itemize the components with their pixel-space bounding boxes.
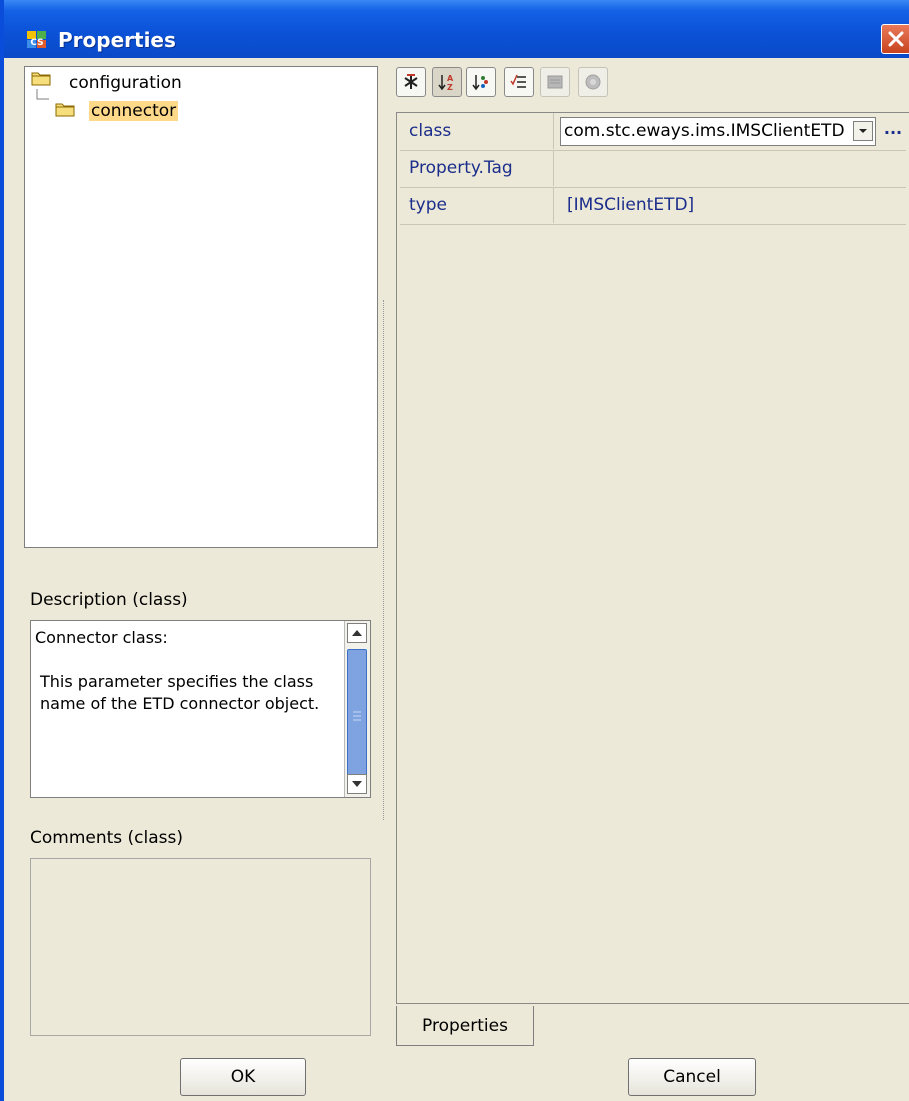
sort-alphabetical-button[interactable]: AZ [432,67,462,97]
help-button[interactable] [578,67,608,97]
comments-label: Comments (class) [30,828,184,848]
app-icon: CS [26,28,48,50]
class-value[interactable]: com.stc.eways.ims.IMSClientETD [564,118,850,145]
close-icon [888,31,904,47]
description-line-2: This parameter specifies the class name … [40,672,320,713]
svg-text:Z: Z [447,83,453,91]
edit-disabled-icon [547,75,563,89]
tree-node-connector[interactable]: connector [89,101,179,121]
chevron-down-icon [859,129,867,133]
class-combobox[interactable]: com.stc.eways.ims.IMSClientETD [560,117,876,146]
property-row-property-tag[interactable]: Property.Tag [400,150,906,188]
title-bar[interactable]: CS Properties [4,0,909,58]
expert-mode-icon [404,74,418,89]
description-text: Connector class: This parameter specifie… [35,627,345,715]
close-button[interactable] [881,24,909,54]
folder-icon [55,103,75,117]
help-disabled-icon [585,74,601,90]
class-more-button[interactable]: ... [882,113,904,149]
folder-icon [31,72,51,86]
property-name: class [400,113,554,149]
property-name: type [400,187,554,223]
property-value[interactable]: [IMSClientETD] [555,187,694,223]
property-row-type[interactable]: type [IMSClientETD] [400,187,906,225]
class-dropdown-button[interactable] [853,121,873,141]
description-box: Connector class: This parameter specifie… [30,620,371,798]
description-scrollbar[interactable] [344,621,370,797]
property-row-class[interactable]: class com.stc.eways.ims.IMSClientETD ... [400,113,906,151]
property-list-icon [510,74,526,88]
arrow-up-icon [352,630,362,636]
properties-dialog: CS Properties configuration connector De… [0,0,909,1101]
window-title: Properties [58,28,176,52]
sort-by-category-button[interactable] [466,67,496,97]
tree-node-configuration[interactable]: configuration [69,73,182,93]
scroll-thumb[interactable] [347,649,367,785]
sort-by-category-icon [472,75,488,91]
cancel-button[interactable]: Cancel [628,1058,756,1096]
configuration-tree[interactable]: configuration connector [24,66,378,548]
tree-connector-line [36,89,49,100]
description-line-1: Connector class: [35,628,168,647]
property-name: Property.Tag [400,150,554,186]
property-value[interactable] [555,150,567,186]
sort-alphabetical-icon: AZ [438,74,454,91]
splitter-handle[interactable] [383,300,387,820]
property-list-button[interactable] [504,67,534,97]
description-label: Description (class) [30,590,188,610]
ok-button[interactable]: OK [180,1058,306,1096]
svg-text:A: A [447,74,454,83]
svg-text:CS: CS [30,38,43,48]
edit-button[interactable] [540,67,570,97]
expert-mode-button[interactable] [396,67,426,97]
tab-properties[interactable]: Properties [396,1006,534,1046]
scroll-up-button[interactable] [347,623,367,643]
scroll-down-button[interactable] [347,774,367,794]
arrow-down-icon [352,781,362,787]
property-grid: class com.stc.eways.ims.IMSClientETD ...… [396,112,909,1004]
comments-field[interactable] [30,858,371,1036]
